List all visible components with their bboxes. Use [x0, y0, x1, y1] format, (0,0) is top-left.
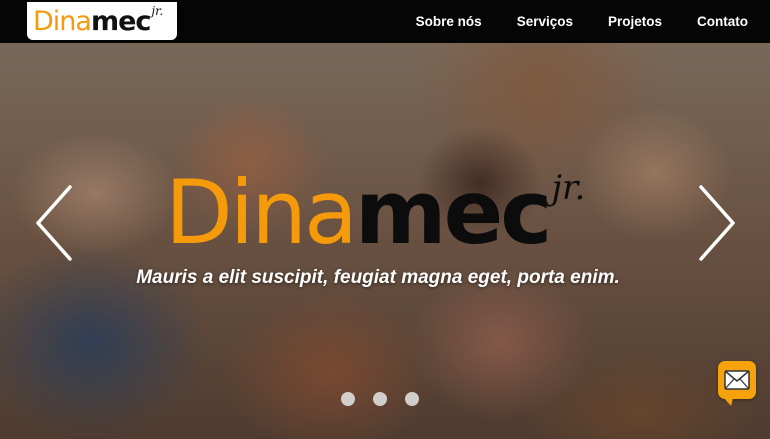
logo-text-part2: mec: [90, 5, 151, 37]
hero-logo: Dina mec jr.: [165, 167, 585, 257]
slider-dot-1[interactable]: [341, 392, 355, 406]
brand-logo[interactable]: Dinamec jr.: [27, 2, 177, 40]
envelope-icon: [724, 370, 750, 390]
hero-logo-part1: Dina: [165, 161, 358, 264]
hero-tagline: Mauris a elit suscipit, feugiat magna eg…: [136, 267, 620, 288]
nav-link-projetos[interactable]: Projetos: [608, 14, 662, 29]
nav-link-contato[interactable]: Contato: [697, 14, 748, 29]
slider-next-button[interactable]: [697, 183, 737, 263]
contact-mail-button[interactable]: [718, 361, 756, 406]
slider-dot-2[interactable]: [373, 392, 387, 406]
nav-link-servicos[interactable]: Serviços: [517, 14, 573, 29]
top-navbar: Dinamec jr. Sobre nós Serviços Projetos C…: [0, 0, 770, 43]
logo-suffix: jr.: [151, 4, 164, 18]
logo-wordmark: Dinamec: [33, 5, 151, 37]
slider-dot-3[interactable]: [405, 392, 419, 406]
main-nav: Sobre nós Serviços Projetos Contato: [381, 0, 748, 43]
nav-link-sobre-nos[interactable]: Sobre nós: [416, 14, 482, 29]
logo-text-part1: Dina: [33, 5, 92, 37]
chevron-right-icon: [699, 185, 735, 261]
hero-logo-suffix: jr.: [551, 168, 586, 208]
slider-indicators: [341, 392, 419, 406]
slider-prev-button[interactable]: [34, 183, 74, 263]
chevron-left-icon: [36, 185, 72, 261]
hero-logo-part2: mec: [354, 161, 553, 264]
hero-slider: Dina mec jr. Mauris a elit suscipit, feugi…: [0, 43, 770, 439]
